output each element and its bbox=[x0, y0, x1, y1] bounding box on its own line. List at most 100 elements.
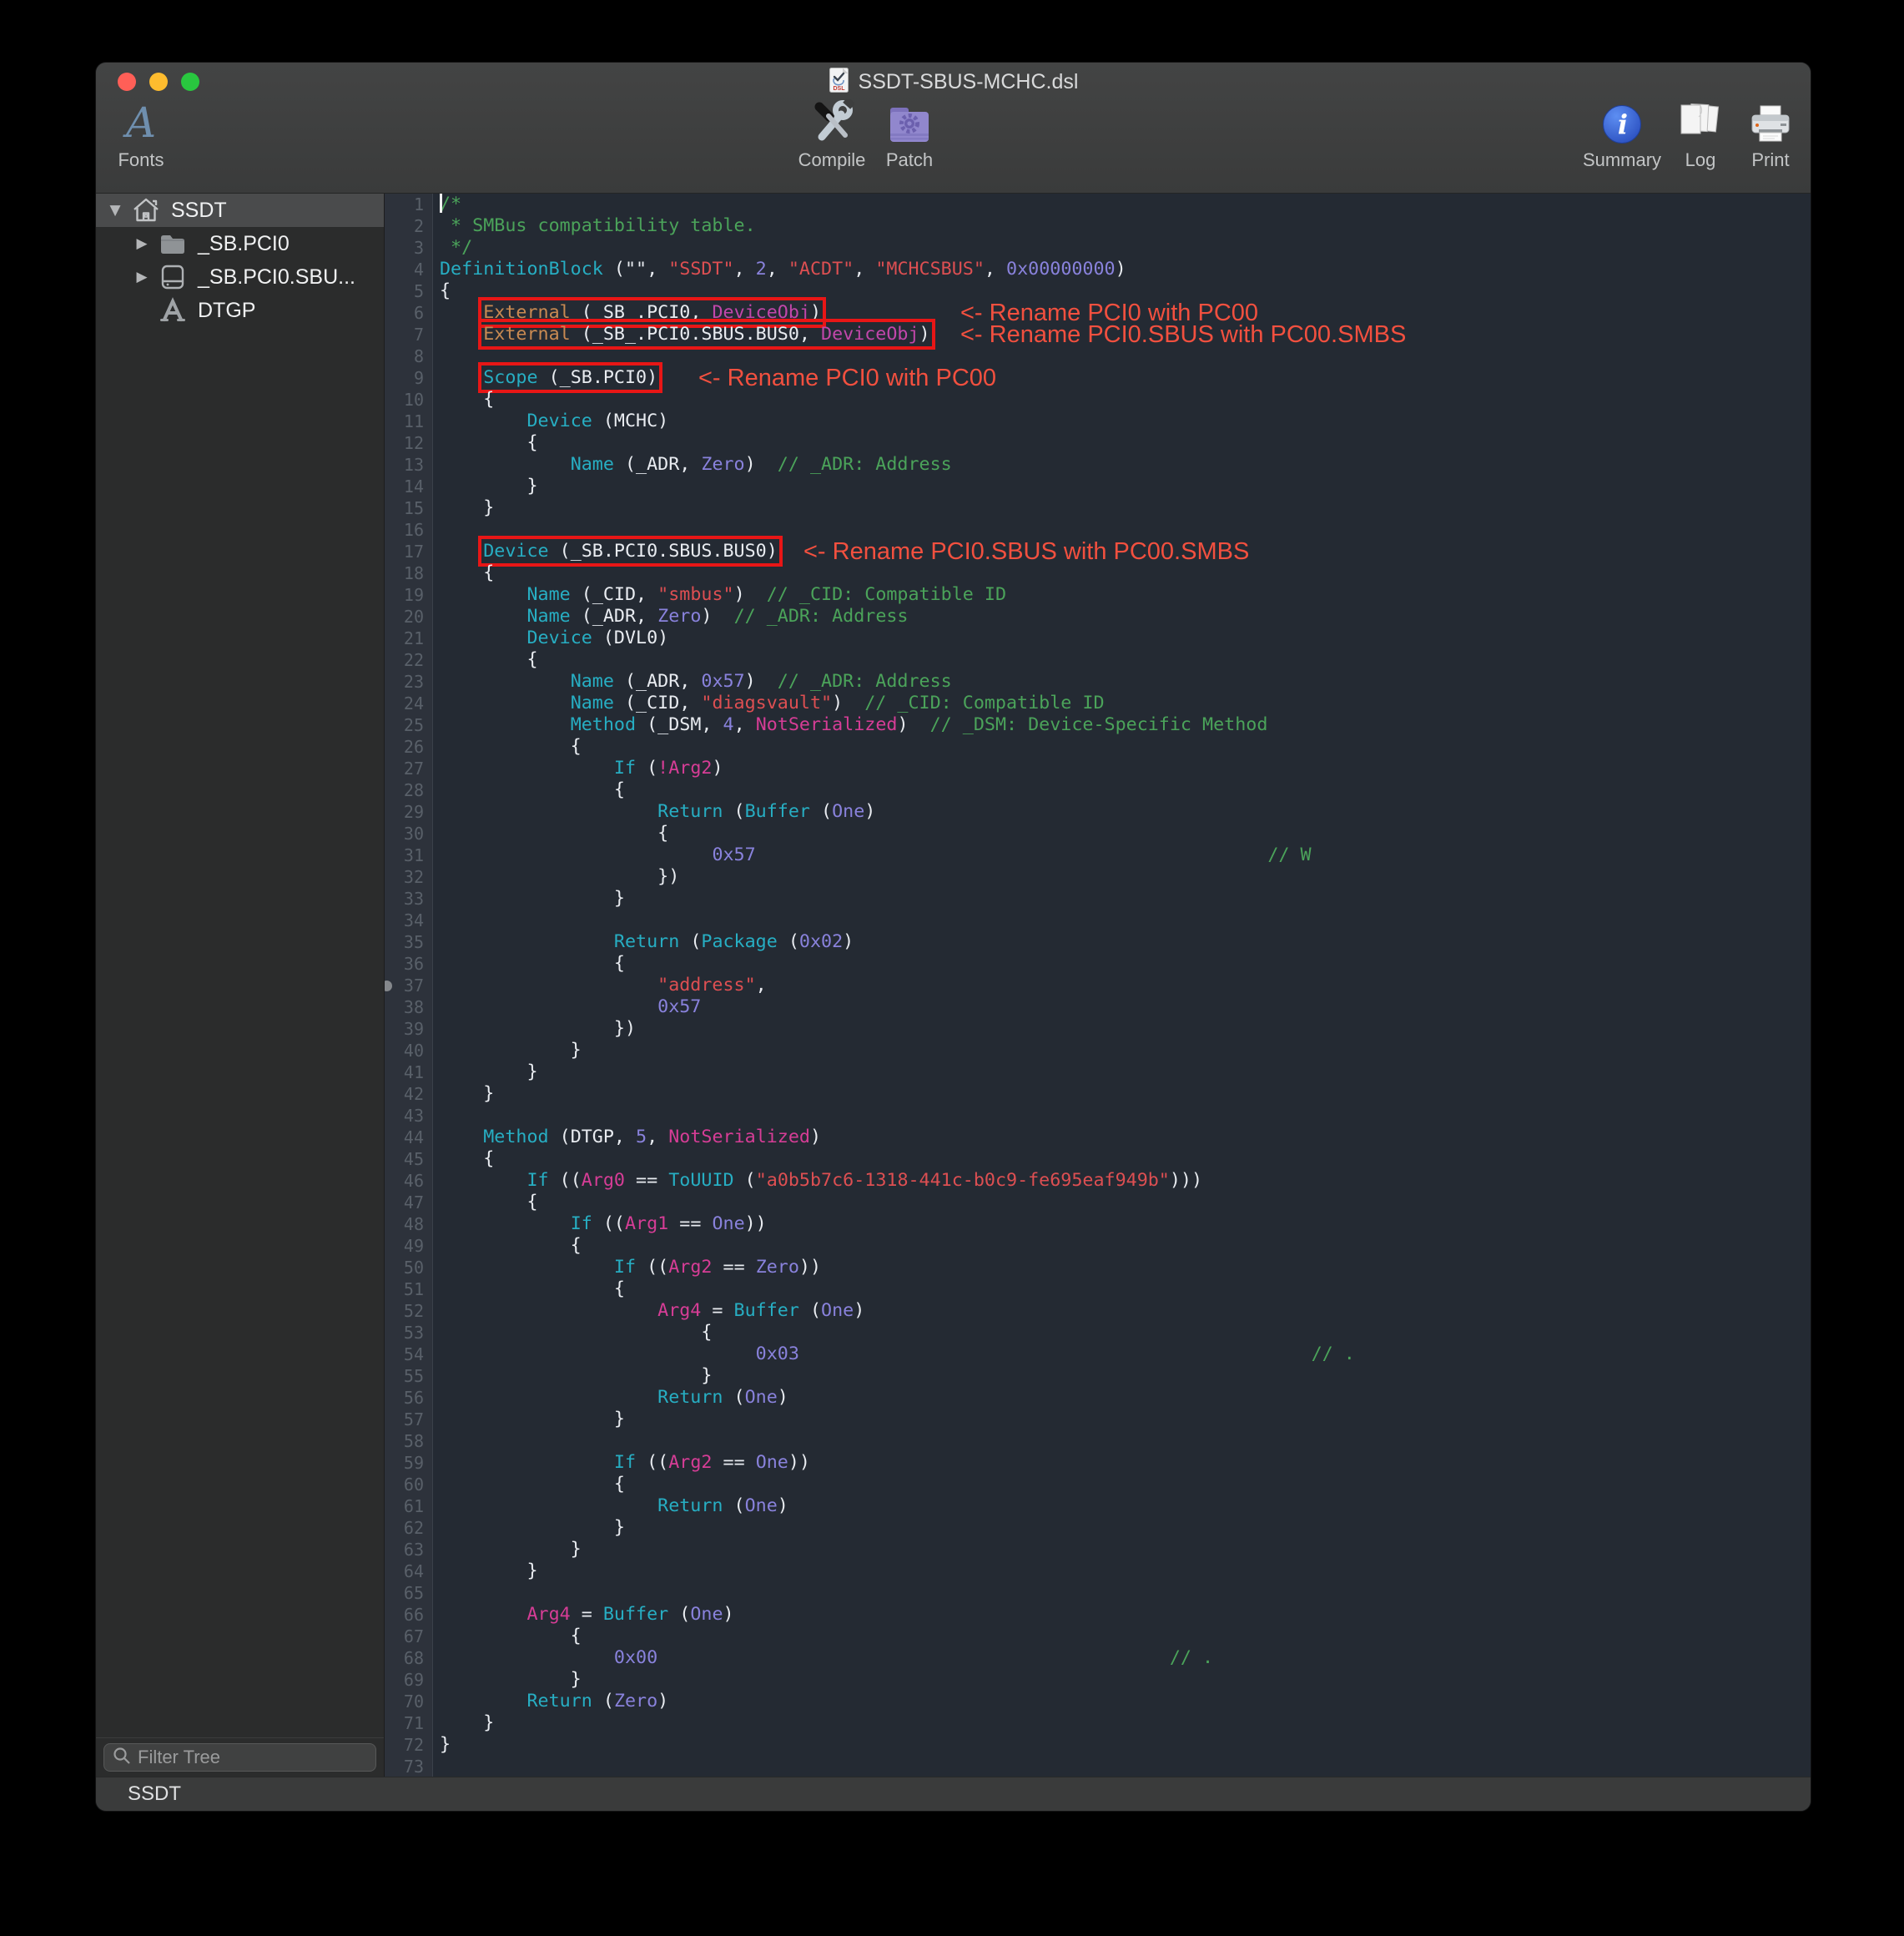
code-line[interactable]: 29 Return (Buffer (One) bbox=[385, 801, 1811, 823]
status-path[interactable]: SSDT bbox=[128, 1782, 181, 1806]
code-line[interactable]: 42 } bbox=[385, 1083, 1811, 1105]
code-line[interactable]: 10 { bbox=[385, 389, 1811, 411]
code-line[interactable]: 35 Return (Package (0x02) bbox=[385, 931, 1811, 953]
code-line[interactable]: 57 } bbox=[385, 1409, 1811, 1430]
window-chrome: DSL SSDT-SBUS-MCHC.dsl A Fonts bbox=[96, 63, 1811, 194]
code-line[interactable]: 60 { bbox=[385, 1474, 1811, 1495]
code-line[interactable]: 27 If (!Arg2) bbox=[385, 758, 1811, 779]
code-line[interactable]: 13 Name (_ADR, Zero) // _ADR: Address bbox=[385, 454, 1811, 476]
code-line[interactable]: 21 Device (DVL0) bbox=[385, 628, 1811, 649]
code-line[interactable]: 62 } bbox=[385, 1517, 1811, 1539]
print-label: Print bbox=[1751, 149, 1789, 171]
code-line[interactable]: 70 Return (Zero) bbox=[385, 1691, 1811, 1712]
code-line[interactable]: 73 bbox=[385, 1756, 1811, 1777]
line-number: 56 bbox=[385, 1387, 433, 1409]
code-line[interactable]: 61 Return (One) bbox=[385, 1495, 1811, 1517]
code-line[interactable]: 7 External (_SB_.PCI0.SBUS.BUS0, DeviceO… bbox=[385, 324, 1811, 345]
code-line[interactable]: 47 { bbox=[385, 1192, 1811, 1213]
code-line[interactable]: 55 } bbox=[385, 1365, 1811, 1387]
code-text: } bbox=[433, 1083, 494, 1105]
code-line[interactable]: 19 Name (_CID, "smbus") // _CID: Compati… bbox=[385, 584, 1811, 606]
code-line[interactable]: 24 Name (_CID, "diagsvault") // _CID: Co… bbox=[385, 693, 1811, 714]
code-line[interactable]: 2 * SMBus compatibility table. bbox=[385, 215, 1811, 237]
toolbar-item-print[interactable]: Print bbox=[1720, 98, 1811, 171]
toolbar-item-fonts[interactable]: A Fonts bbox=[96, 98, 191, 171]
code-line[interactable]: 65 bbox=[385, 1582, 1811, 1604]
code-line[interactable]: 1/* bbox=[385, 194, 1811, 215]
code-line[interactable]: 41 } bbox=[385, 1061, 1811, 1083]
code-line[interactable]: 20 Name (_ADR, Zero) // _ADR: Address bbox=[385, 606, 1811, 628]
code-text: Name (_CID, "smbus") // _CID: Compatible… bbox=[433, 584, 1006, 606]
code-line[interactable]: 25 Method (_DSM, 4, NotSerialized) // _D… bbox=[385, 714, 1811, 736]
code-line[interactable]: 50 If ((Arg2 == Zero)) bbox=[385, 1257, 1811, 1278]
code-line[interactable]: 33 } bbox=[385, 888, 1811, 910]
code-text: { bbox=[433, 1148, 494, 1170]
code-line[interactable]: 12 { bbox=[385, 432, 1811, 454]
code-line[interactable]: 54 0x03 // . bbox=[385, 1344, 1811, 1365]
code-line[interactable]: 14 } bbox=[385, 476, 1811, 497]
disclosure-right-icon[interactable]: ▶ bbox=[133, 269, 151, 285]
line-number: 72 bbox=[385, 1734, 433, 1756]
code-line[interactable]: 59 If ((Arg2 == One)) bbox=[385, 1452, 1811, 1474]
text-cursor bbox=[440, 194, 442, 213]
code-line[interactable]: 38 0x57 bbox=[385, 996, 1811, 1018]
code-line[interactable]: 44 Method (DTGP, 5, NotSerialized) bbox=[385, 1127, 1811, 1148]
code-line[interactable]: 58 bbox=[385, 1430, 1811, 1452]
code-line[interactable]: 37 "address", bbox=[385, 975, 1811, 996]
code-line[interactable]: 28 { bbox=[385, 779, 1811, 801]
code-line[interactable]: 56 Return (One) bbox=[385, 1387, 1811, 1409]
code-line[interactable]: 48 If ((Arg1 == One)) bbox=[385, 1213, 1811, 1235]
code-line[interactable]: 26 { bbox=[385, 736, 1811, 758]
code-line[interactable]: 40 } bbox=[385, 1040, 1811, 1061]
code-line[interactable]: 63 } bbox=[385, 1539, 1811, 1560]
code-line[interactable]: 11 Device (MCHC) bbox=[385, 411, 1811, 432]
code-line[interactable]: 9 Scope (_SB.PCI0)<- Rename PCI0 with PC… bbox=[385, 367, 1811, 389]
code-text: 0x57 // W bbox=[433, 844, 1312, 866]
tree-item-sb-pci0[interactable]: ▶ _SB.PCI0 bbox=[96, 227, 384, 260]
code-line[interactable]: 51 { bbox=[385, 1278, 1811, 1300]
code-line[interactable]: 72} bbox=[385, 1734, 1811, 1756]
disclosure-down-icon[interactable]: ▼ bbox=[106, 202, 124, 219]
code-editor[interactable]: 1/*2 * SMBus compatibility table.3 */4De… bbox=[385, 194, 1811, 1777]
line-number: 73 bbox=[385, 1756, 433, 1777]
code-line[interactable]: 64 } bbox=[385, 1560, 1811, 1582]
line-number: 60 bbox=[385, 1474, 433, 1495]
code-line[interactable]: 3 */ bbox=[385, 237, 1811, 259]
code-line[interactable]: 31 0x57 // W bbox=[385, 844, 1811, 866]
code-line[interactable]: 23 Name (_ADR, 0x57) // _ADR: Address bbox=[385, 671, 1811, 693]
code-line[interactable]: 18 { bbox=[385, 562, 1811, 584]
code-line[interactable]: 32 }) bbox=[385, 866, 1811, 888]
disclosure-right-icon[interactable]: ▶ bbox=[133, 235, 151, 252]
tree-item-dtgp[interactable]: DTGP bbox=[96, 294, 384, 327]
code-line[interactable]: 30 { bbox=[385, 823, 1811, 844]
code-line[interactable]: 22 { bbox=[385, 649, 1811, 671]
toolbar-item-patch[interactable]: Patch bbox=[859, 98, 960, 171]
code-line[interactable]: 8 bbox=[385, 345, 1811, 367]
code-line[interactable]: 52 Arg4 = Buffer (One) bbox=[385, 1300, 1811, 1322]
code-text: /* bbox=[433, 194, 461, 215]
code-line[interactable]: 66 Arg4 = Buffer (One) bbox=[385, 1604, 1811, 1626]
code-line[interactable]: 15 } bbox=[385, 497, 1811, 519]
code-line[interactable]: 17 Device (_SB.PCI0.SBUS.BUS0)<- Rename … bbox=[385, 541, 1811, 562]
code-line[interactable]: 4DefinitionBlock ("", "SSDT", 2, "ACDT",… bbox=[385, 259, 1811, 280]
tree-item-sb-pci0-sbus[interactable]: ▶ _SB.PCI0.SBU... bbox=[96, 260, 384, 294]
code-lines: 1/*2 * SMBus compatibility table.3 */4De… bbox=[385, 194, 1811, 1777]
code-line[interactable]: 34 bbox=[385, 910, 1811, 931]
compile-icon bbox=[809, 98, 854, 144]
filter-tree-input[interactable]: Filter Tree bbox=[103, 1743, 376, 1772]
code-line[interactable]: 46 If ((Arg0 == ToUUID ("a0b5b7c6-1318-4… bbox=[385, 1170, 1811, 1192]
code-line[interactable]: 36 { bbox=[385, 953, 1811, 975]
code-line[interactable]: 67 { bbox=[385, 1626, 1811, 1647]
code-line[interactable]: 49 { bbox=[385, 1235, 1811, 1257]
code-line[interactable]: 69 } bbox=[385, 1669, 1811, 1691]
summary-label: Summary bbox=[1583, 149, 1661, 171]
code-line[interactable]: 45 { bbox=[385, 1148, 1811, 1170]
code-text: } bbox=[433, 1712, 494, 1734]
code-line[interactable]: 71 } bbox=[385, 1712, 1811, 1734]
code-line[interactable]: 43 bbox=[385, 1105, 1811, 1127]
code-line[interactable]: 39 }) bbox=[385, 1018, 1811, 1040]
code-line[interactable]: 68 0x00 // . bbox=[385, 1647, 1811, 1669]
main-content: ▼ SSDT ▶ bbox=[96, 194, 1811, 1777]
tree-item-ssdt[interactable]: ▼ SSDT bbox=[96, 194, 384, 227]
code-line[interactable]: 53 { bbox=[385, 1322, 1811, 1344]
